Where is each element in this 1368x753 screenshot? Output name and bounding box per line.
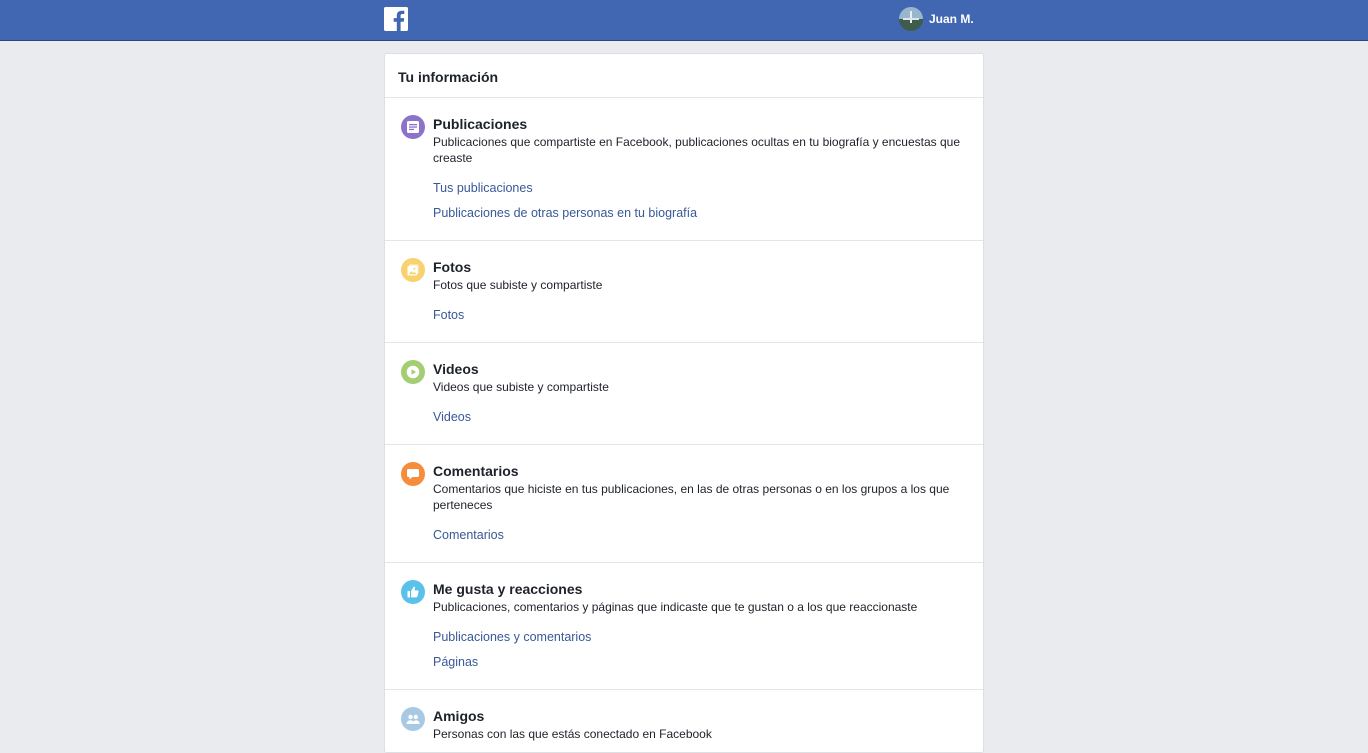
- section-description: Fotos que subiste y compartiste: [433, 278, 603, 292]
- link-your-posts[interactable]: Tus publicaciones: [433, 180, 533, 196]
- section-description: Personas con las que estás conectado en …: [433, 727, 712, 741]
- avatar: [899, 7, 923, 31]
- section-title: Comentarios: [433, 463, 519, 479]
- photos-icon: [401, 258, 425, 282]
- profile-name: Juan M.: [929, 12, 974, 26]
- section-photos: Fotos Fotos que subiste y compartiste Fo…: [385, 241, 983, 343]
- link-videos[interactable]: Videos: [433, 409, 471, 425]
- section-description: Comentarios que hiciste en tus publicaci…: [433, 482, 950, 512]
- section-posts: Publicaciones Publicaciones que comparti…: [385, 98, 983, 241]
- section-videos: Videos Videos que subiste y compartiste …: [385, 343, 983, 445]
- section-description: Videos que subiste y compartiste: [433, 380, 609, 394]
- card-title: Tu información: [385, 54, 983, 98]
- link-comments[interactable]: Comentarios: [433, 527, 504, 543]
- section-title: Videos: [433, 361, 479, 377]
- link-others-posts-timeline[interactable]: Publicaciones de otras personas en tu bi…: [433, 205, 697, 221]
- section-title: Fotos: [433, 259, 472, 275]
- comments-icon: [401, 462, 425, 486]
- section-likes-reactions: Me gusta y reacciones Publicaciones, com…: [385, 563, 983, 690]
- section-title: Amigos: [433, 708, 485, 724]
- link-pages[interactable]: Páginas: [433, 654, 478, 670]
- top-navigation-bar: Juan M.: [0, 0, 1368, 41]
- videos-icon: [401, 360, 425, 384]
- profile-button[interactable]: Juan M.: [899, 7, 974, 31]
- section-title: Publicaciones: [433, 116, 528, 132]
- your-information-card: Tu información Publicaciones Publicacion…: [384, 53, 984, 753]
- link-photos[interactable]: Fotos: [433, 307, 464, 323]
- section-friends: Amigos Personas con las que estás conect…: [385, 690, 983, 750]
- facebook-logo-icon[interactable]: [384, 7, 408, 31]
- section-title: Me gusta y reacciones: [433, 581, 583, 597]
- section-description: Publicaciones, comentarios y páginas que…: [433, 600, 918, 614]
- section-comments: Comentarios Comentarios que hiciste en t…: [385, 445, 983, 563]
- link-posts-and-comments[interactable]: Publicaciones y comentarios: [433, 629, 591, 645]
- posts-icon: [401, 115, 425, 139]
- likes-icon: [401, 580, 425, 604]
- section-description: Publicaciones que compartiste en Faceboo…: [433, 135, 960, 165]
- friends-icon: [401, 707, 425, 731]
